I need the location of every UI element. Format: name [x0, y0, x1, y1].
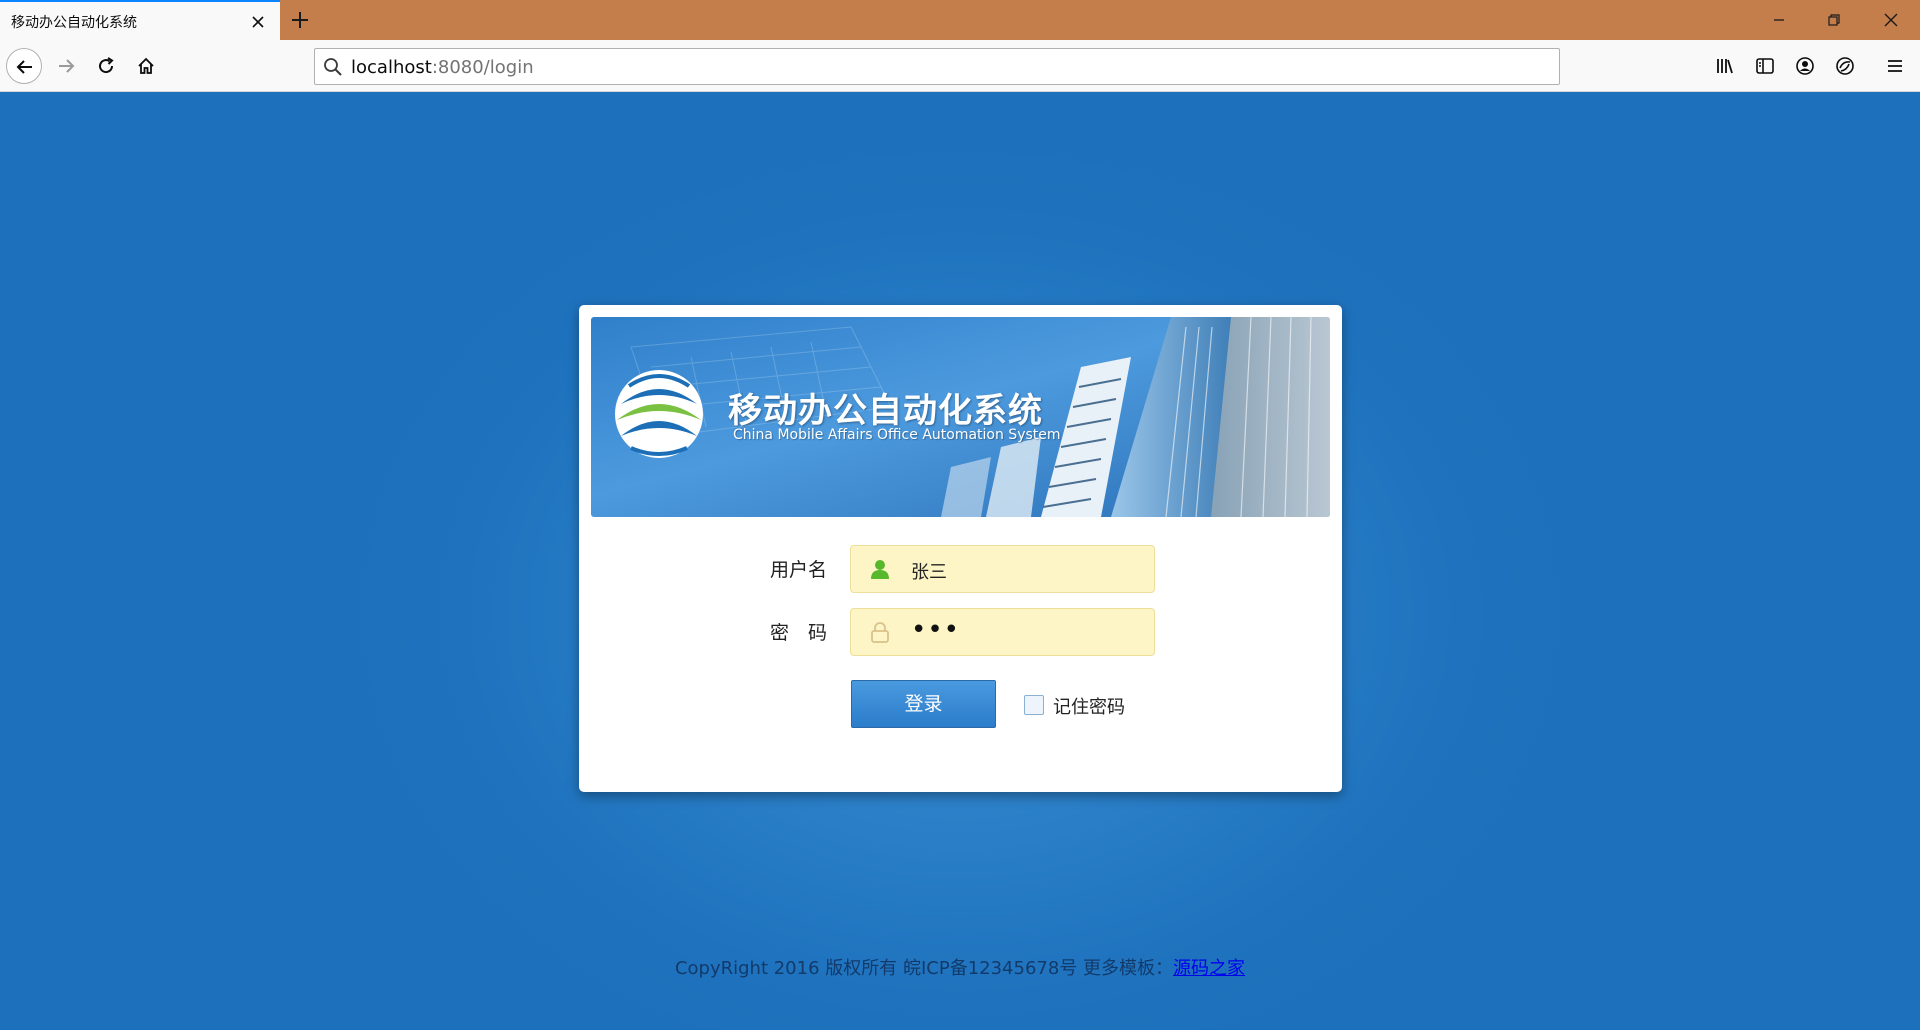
- minimize-icon[interactable]: [1769, 10, 1789, 30]
- browser-tab-bar: 移动办公自动化系统: [0, 0, 1920, 40]
- url-host: localhost: [351, 57, 432, 78]
- account-icon[interactable]: [1794, 55, 1816, 77]
- arrow-right-icon: [59, 59, 75, 73]
- window-close-icon[interactable]: [1881, 10, 1901, 30]
- lock-icon: [871, 622, 889, 643]
- username-field[interactable]: 张三: [850, 545, 1155, 593]
- banner-subtitle: China Mobile Affairs Office Automation S…: [733, 427, 1061, 443]
- banner-title: 移动办公自动化系统: [728, 391, 1043, 431]
- footer-link[interactable]: 源码之家: [1173, 958, 1245, 979]
- username-value: 张三: [911, 562, 947, 583]
- reload-button[interactable]: [88, 48, 124, 84]
- navigation-toolbar: localhost:8080/login: [0, 40, 1920, 92]
- extension-icon[interactable]: [1834, 55, 1856, 77]
- system-banner: 移动办公自动化系统 China Mobile Affairs Office Au…: [591, 317, 1330, 517]
- password-field[interactable]: •••: [850, 608, 1155, 656]
- back-button[interactable]: [6, 48, 42, 84]
- sidebar-icon[interactable]: [1754, 55, 1776, 77]
- remember-password-label[interactable]: 记住密码: [1053, 693, 1125, 719]
- browser-tab[interactable]: 移动办公自动化系统: [0, 0, 280, 40]
- menu-icon[interactable]: [1884, 55, 1906, 77]
- reload-icon: [99, 57, 114, 74]
- password-label: 密 码: [770, 622, 828, 644]
- home-icon: [138, 57, 154, 74]
- restore-icon[interactable]: [1824, 10, 1844, 30]
- login-card: 移动办公自动化系统 China Mobile Affairs Office Au…: [579, 305, 1342, 792]
- new-tab-icon[interactable]: [289, 9, 311, 31]
- login-button[interactable]: 登录: [851, 680, 996, 728]
- tab-title: 移动办公自动化系统: [11, 15, 137, 31]
- user-icon: [871, 560, 889, 579]
- close-icon[interactable]: [249, 13, 267, 31]
- search-icon: [324, 58, 342, 76]
- library-icon[interactable]: [1714, 55, 1736, 77]
- url-path: :8080/login: [431, 57, 534, 78]
- arrow-left-icon: [16, 60, 32, 74]
- footer: CopyRight 2016 版权所有 皖ICP备12345678号 更多模板：…: [0, 954, 1920, 980]
- username-label: 用户名: [770, 559, 828, 581]
- address-bar[interactable]: localhost:8080/login: [314, 48, 1560, 85]
- home-button[interactable]: [128, 48, 164, 84]
- copyright-text: CopyRight 2016 版权所有 皖ICP备12345678号 更多模板：: [674, 958, 1174, 979]
- url-text: localhost:8080/login: [351, 57, 534, 78]
- remember-password-checkbox[interactable]: [1024, 695, 1044, 715]
- login-page: 移动办公自动化系统 China Mobile Affairs Office Au…: [0, 92, 1920, 1030]
- forward-button[interactable]: [48, 48, 84, 84]
- password-mask: •••: [911, 615, 961, 645]
